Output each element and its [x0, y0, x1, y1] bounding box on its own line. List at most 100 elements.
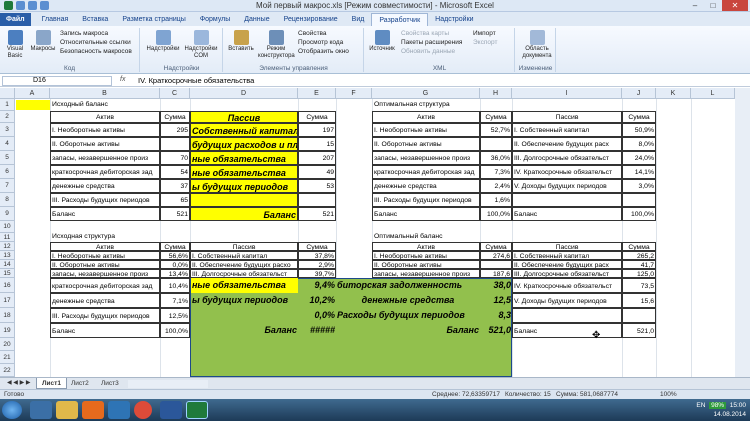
properties-button[interactable]: Свойства	[298, 30, 327, 38]
row-header[interactable]: 13	[0, 251, 15, 260]
cell-d15[interactable]: III. Долгосрочные обязательст	[190, 269, 298, 278]
cell-j3[interactable]: 50,9%	[622, 123, 656, 137]
cell-c8[interactable]: 65	[160, 193, 190, 207]
cell-h15[interactable]: 187,6	[480, 269, 512, 278]
tab-addins[interactable]: Надстройки	[428, 13, 480, 26]
cell-b7[interactable]: денежные средства	[50, 179, 160, 193]
export-button[interactable]: Экспорт	[473, 39, 497, 47]
cell-d3[interactable]: Собственный капитал	[190, 123, 298, 137]
cell-j4[interactable]: 8,0%	[622, 137, 656, 151]
cell-c2[interactable]: Сумма	[160, 111, 190, 123]
chrome-icon[interactable]	[134, 401, 152, 419]
column-header[interactable]: K	[656, 88, 691, 99]
row-header[interactable]: 15	[0, 269, 15, 278]
tab-view[interactable]: Вид	[345, 13, 372, 26]
cell-d8[interactable]	[190, 193, 298, 207]
row-header[interactable]: 16	[0, 278, 15, 293]
cell-j5[interactable]: 24,0%	[622, 151, 656, 165]
cell-j16[interactable]: 73,5	[622, 278, 656, 293]
cell-b11[interactable]: Исходная структура	[51, 231, 161, 242]
cell-e8[interactable]	[298, 193, 336, 207]
cell-d14[interactable]: II. Обеспечение будущих расхо	[190, 260, 298, 269]
cell-e16[interactable]: 9,4%	[298, 278, 336, 293]
cell-b4[interactable]: II. Оборотные активы	[50, 137, 160, 151]
cell-j17[interactable]: 15,6	[622, 293, 656, 308]
cell-c19[interactable]: 100,0%	[160, 323, 190, 338]
column-header[interactable]: H	[480, 88, 512, 99]
row-header[interactable]: 18	[0, 308, 15, 323]
cell-h2[interactable]: Сумма	[480, 111, 512, 123]
cell-i7[interactable]: V. Доходы будущих периодов	[512, 179, 622, 193]
cell-h9[interactable]: 100,0%	[480, 207, 512, 221]
row-header[interactable]: 6	[0, 165, 15, 179]
row-header[interactable]: 4	[0, 137, 15, 151]
column-header[interactable]: G	[372, 88, 480, 99]
insert-control-button[interactable]: Вставить	[226, 30, 256, 53]
tab-home[interactable]: Главная	[35, 13, 76, 26]
macros-button[interactable]: Макросы	[30, 30, 56, 53]
cell-i15[interactable]: III. Долгосрочные обязательст	[512, 269, 622, 278]
cell-g5[interactable]: запасы, незавершенное произ	[372, 151, 480, 165]
row-header[interactable]: 7	[0, 179, 15, 193]
tab-formulas[interactable]: Формулы	[193, 13, 237, 26]
cell-d12[interactable]: Пассив	[190, 242, 298, 251]
cell-d16[interactable]: ные обязательства	[191, 278, 298, 293]
row-header[interactable]: 3	[0, 123, 15, 137]
row-header[interactable]: 5	[0, 151, 15, 165]
cell-i17[interactable]: V. Доходы будущих периодов	[512, 293, 622, 308]
cell-i5[interactable]: III. Долгосрочные обязательст	[512, 151, 622, 165]
cell-d9[interactable]: Баланс	[190, 207, 298, 221]
tab-developer[interactable]: Разработчик	[371, 13, 429, 26]
cell-c14[interactable]: 0,0%	[160, 260, 190, 269]
cell-e19[interactable]: #####	[298, 323, 336, 338]
cell-h16[interactable]: 38,0	[480, 278, 512, 293]
cell-f16-g16[interactable]: биторская задолженность	[336, 278, 480, 293]
cell-f18-g18[interactable]: Расходы будущих периодов	[336, 308, 480, 323]
cell-j14[interactable]: 41,7	[622, 260, 656, 269]
cell-a1[interactable]	[16, 100, 50, 110]
cell-j8[interactable]	[622, 193, 656, 207]
cell-c4[interactable]	[160, 137, 190, 151]
cell-i9[interactable]: Баланс	[512, 207, 622, 221]
tab-review[interactable]: Рецензирование	[277, 13, 345, 26]
cell-j12[interactable]: Сумма	[622, 242, 656, 251]
row-header[interactable]: 10	[0, 221, 15, 233]
tab-data[interactable]: Данные	[237, 13, 276, 26]
cell-h4[interactable]	[480, 137, 512, 151]
cell-e12[interactable]: Сумма	[298, 242, 336, 251]
column-header[interactable]: B	[50, 88, 160, 99]
cell-c18[interactable]: 12,5%	[160, 308, 190, 323]
tab-file[interactable]: Файл	[0, 13, 31, 26]
cell-b15[interactable]: запасы, незавершенное произ	[50, 269, 160, 278]
column-header[interactable]: L	[691, 88, 735, 99]
cell-i2[interactable]: Пассив	[512, 111, 622, 123]
addins-button[interactable]: Надстройки	[145, 30, 181, 53]
clock-date[interactable]: 14.08.2014	[713, 411, 746, 418]
cell-h17[interactable]: 12,5	[480, 293, 512, 308]
cell-j2[interactable]: Сумма	[622, 111, 656, 123]
row-header[interactable]: 11	[0, 233, 15, 242]
cell-h18[interactable]: 8,3	[480, 308, 512, 323]
cell-e6[interactable]: 49	[298, 165, 336, 179]
cell-j7[interactable]: 3,0%	[622, 179, 656, 193]
cell-e17[interactable]: 10,2%	[298, 293, 336, 308]
cell-c9[interactable]: 521	[160, 207, 190, 221]
cell-g1[interactable]: Оптимальная структура	[373, 99, 483, 111]
design-mode-button[interactable]: Режим конструктора	[258, 30, 295, 60]
cell-e5[interactable]: 207	[298, 151, 336, 165]
cell-c15[interactable]: 13,4%	[160, 269, 190, 278]
column-header[interactable]: A	[15, 88, 50, 99]
cell-d4[interactable]: будущих расходов и платежей	[190, 137, 298, 151]
map-properties-button[interactable]: Свойства карты	[401, 30, 449, 38]
cell-b3[interactable]: I. Необоротные активы	[50, 123, 160, 137]
cell-d6[interactable]: ные обязательства	[190, 165, 298, 179]
cell-i8[interactable]	[512, 193, 622, 207]
cell-g4[interactable]: II. Оборотные активы	[372, 137, 480, 151]
horizontal-scrollbar[interactable]	[128, 380, 208, 388]
refresh-data-button[interactable]: Обновить данные	[401, 48, 455, 56]
cell-h19[interactable]: 521,0	[480, 323, 512, 338]
cell-c7[interactable]: 37	[160, 179, 190, 193]
ie-icon[interactable]	[30, 401, 52, 419]
lang-indicator[interactable]: EN	[696, 402, 705, 409]
expansion-packs-button[interactable]: Пакеты расширения	[401, 39, 462, 47]
